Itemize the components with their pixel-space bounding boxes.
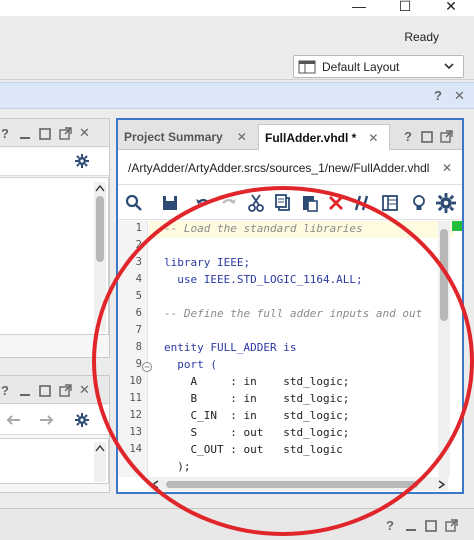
code-line: B : in std_logic; (164, 392, 350, 405)
line-number: 3 (135, 256, 142, 268)
editor-toolbar (118, 186, 462, 220)
title-bar: — ☐ ✕ (0, 0, 474, 16)
forward-arrow-icon[interactable] (39, 414, 55, 426)
code-line: entity FULL_ADDER is (164, 341, 297, 354)
comment-icon[interactable] (352, 193, 372, 213)
code-line: A : in std_logic; (164, 375, 350, 388)
help-icon[interactable]: ? (1, 126, 9, 141)
code-line: ); (164, 460, 191, 473)
close-icon[interactable]: ✕ (442, 161, 452, 175)
minimize-icon[interactable] (19, 387, 31, 397)
code-line: use IEEE.STD_LOGIC_1164.ALL; (164, 273, 363, 286)
maximize-icon[interactable] (425, 520, 437, 532)
redo-icon[interactable] (219, 193, 239, 213)
code-line: -- Define the full adder inputs and out (164, 307, 423, 320)
search-icon[interactable] (124, 193, 144, 213)
status-marker (452, 221, 462, 231)
delete-icon[interactable] (326, 193, 346, 213)
maximize-icon[interactable] (39, 128, 51, 140)
tab-label: FullAdder.vhdl * (265, 130, 357, 145)
code-area[interactable]: 1 2 3 4 5 6 7 8 9 10 11 12 13 14 -- Load the standard … (118, 221, 462, 477)
vertical-scrollbar[interactable] (94, 182, 106, 332)
help-icon[interactable]: ? (404, 129, 412, 144)
line-number: 14 (129, 443, 142, 455)
code-line: S : out std_logic; (164, 426, 350, 439)
left-lower-toolbar (0, 405, 109, 435)
minimize-button[interactable]: — (336, 0, 382, 16)
vertical-scroll-thumb[interactable] (440, 229, 448, 321)
left-upper-panel-header: ? ✕ (0, 119, 109, 147)
chevron-down-icon (443, 60, 455, 75)
paste-icon[interactable] (300, 193, 320, 213)
editor-tab-bar: Project Summary ✕ FullAdder.vhdl * ✕ ? (118, 120, 462, 150)
bottom-panel-header: ? (0, 508, 474, 540)
tab-project-summary[interactable]: Project Summary ✕ (118, 124, 254, 150)
gear-icon[interactable] (75, 154, 89, 168)
line-number: 5 (135, 290, 142, 302)
close-icon[interactable]: ✕ (79, 125, 90, 141)
close-icon[interactable]: ✕ (368, 131, 378, 145)
close-icon[interactable]: ✕ (454, 88, 465, 104)
line-number: 13 (129, 426, 142, 438)
line-number: 7 (135, 324, 142, 336)
layout-select-value: Default Layout (322, 59, 400, 74)
maximize-button[interactable]: ☐ (382, 0, 428, 16)
back-arrow-icon[interactable] (5, 414, 21, 426)
horizontal-scroll-thumb[interactable] (166, 481, 418, 488)
layout-select[interactable]: Default Layout (293, 55, 464, 78)
line-number: 11 (129, 392, 142, 404)
tab-label: Project Summary (124, 130, 223, 144)
file-path-bar: /ArtyAdder/ArtyAdder.srcs/sources_1/new/… (118, 151, 462, 185)
vertical-scrollbar[interactable] (94, 442, 106, 482)
lightbulb-icon[interactable] (409, 193, 429, 213)
undo-icon[interactable] (193, 193, 213, 213)
gear-icon[interactable] (75, 413, 89, 427)
info-band: ? ✕ (0, 82, 474, 109)
help-icon[interactable]: ? (434, 88, 442, 103)
left-upper-content (0, 177, 109, 335)
maximize-icon[interactable] (39, 385, 51, 397)
left-lower-panel: ? ✕ (0, 375, 110, 493)
left-upper-toolbar (0, 148, 109, 176)
line-number: 10 (129, 375, 142, 387)
close-icon[interactable]: ✕ (79, 382, 90, 398)
code-line: C_IN : in std_logic; (164, 409, 350, 422)
line-number: 1 (135, 222, 142, 234)
line-number: 6 (135, 307, 142, 319)
status-text: Ready (404, 30, 439, 44)
float-icon[interactable] (440, 130, 453, 143)
save-icon[interactable] (160, 193, 180, 213)
code-editor-panel: Project Summary ✕ FullAdder.vhdl * ✕ ? /… (116, 118, 464, 494)
line-number: 12 (129, 409, 142, 421)
copy-icon[interactable] (273, 193, 293, 213)
close-window-button[interactable]: ✕ (428, 0, 474, 16)
minimize-icon[interactable] (405, 522, 417, 532)
line-number: 9 (135, 358, 142, 370)
minimize-icon[interactable] (19, 130, 31, 140)
help-icon[interactable]: ? (386, 518, 394, 533)
line-number: 4 (135, 273, 142, 285)
left-lower-panel-header: ? ✕ (0, 376, 109, 404)
close-icon[interactable]: ✕ (237, 130, 247, 144)
float-icon[interactable] (59, 127, 72, 140)
line-number: 8 (135, 341, 142, 353)
layout-icon (298, 60, 316, 73)
float-icon[interactable] (59, 384, 72, 397)
help-icon[interactable]: ? (1, 383, 9, 398)
float-icon[interactable] (445, 519, 458, 532)
fold-icon[interactable] (141, 361, 153, 373)
maximize-icon[interactable] (421, 131, 433, 143)
code-line: port ( (164, 358, 217, 371)
code-line: -- Load the standard libraries (164, 222, 363, 235)
code-line: library IEEE; (164, 256, 251, 269)
code-line: C_OUT : out std_logic (164, 443, 343, 456)
columns-icon[interactable] (380, 193, 400, 213)
cut-icon[interactable] (246, 193, 266, 213)
file-path: /ArtyAdder/ArtyAdder.srcs/sources_1/new/… (128, 160, 430, 175)
left-upper-panel: ? ✕ (0, 118, 110, 358)
tab-fulladder-vhdl[interactable]: FullAdder.vhdl * ✕ (258, 124, 390, 150)
gear-icon[interactable] (436, 193, 456, 213)
line-number: 2 (135, 239, 142, 251)
left-lower-content (0, 438, 109, 484)
